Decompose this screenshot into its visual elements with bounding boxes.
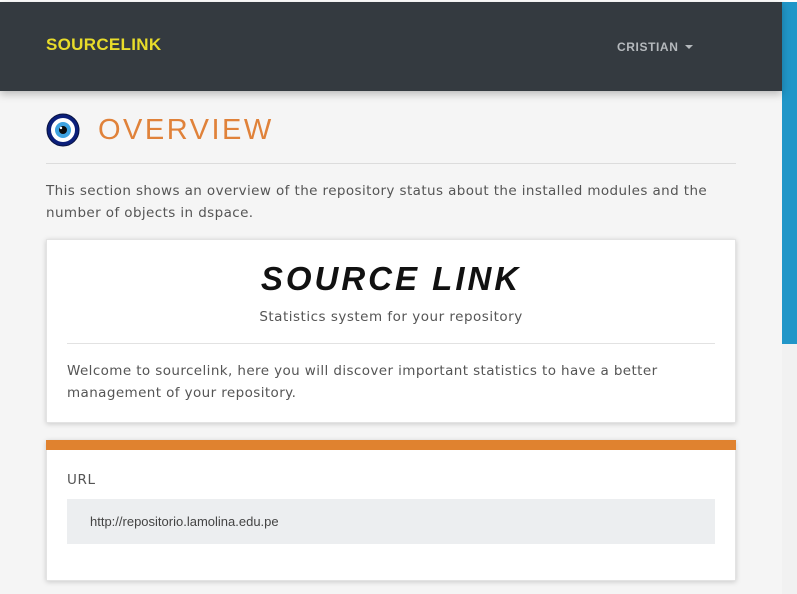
welcome-title: SOURCE LINK (260, 260, 522, 297)
eye-icon (46, 113, 80, 147)
user-name: CRISTIAN (617, 40, 679, 54)
page-header: OVERVIEW (46, 113, 274, 147)
welcome-divider (67, 343, 715, 344)
brand-link[interactable]: SOURCELINK (46, 35, 161, 55)
title-divider (46, 163, 736, 164)
welcome-subtitle: Statistics system for your repository (259, 309, 523, 325)
url-card: URL (46, 440, 736, 581)
app-window: SOURCELINK CRISTIAN OVERVIEW This sectio… (0, 0, 797, 594)
welcome-text: Welcome to sourcelink, here you will dis… (67, 363, 658, 401)
main-content: OVERVIEW This section shows an overview … (0, 91, 782, 594)
url-input[interactable] (67, 499, 715, 544)
scrollbar-thumb[interactable] (782, 2, 797, 344)
welcome-card: SOURCE LINK Statistics system for your r… (46, 239, 736, 423)
navbar: SOURCELINK CRISTIAN (0, 2, 782, 91)
url-label: URL (67, 472, 96, 488)
intro-text: This section shows an overview of the re… (46, 183, 708, 221)
caret-down-icon (685, 45, 694, 49)
page-title: OVERVIEW (98, 114, 274, 146)
user-dropdown[interactable]: CRISTIAN (617, 40, 694, 54)
card-accent-bar (46, 440, 736, 450)
